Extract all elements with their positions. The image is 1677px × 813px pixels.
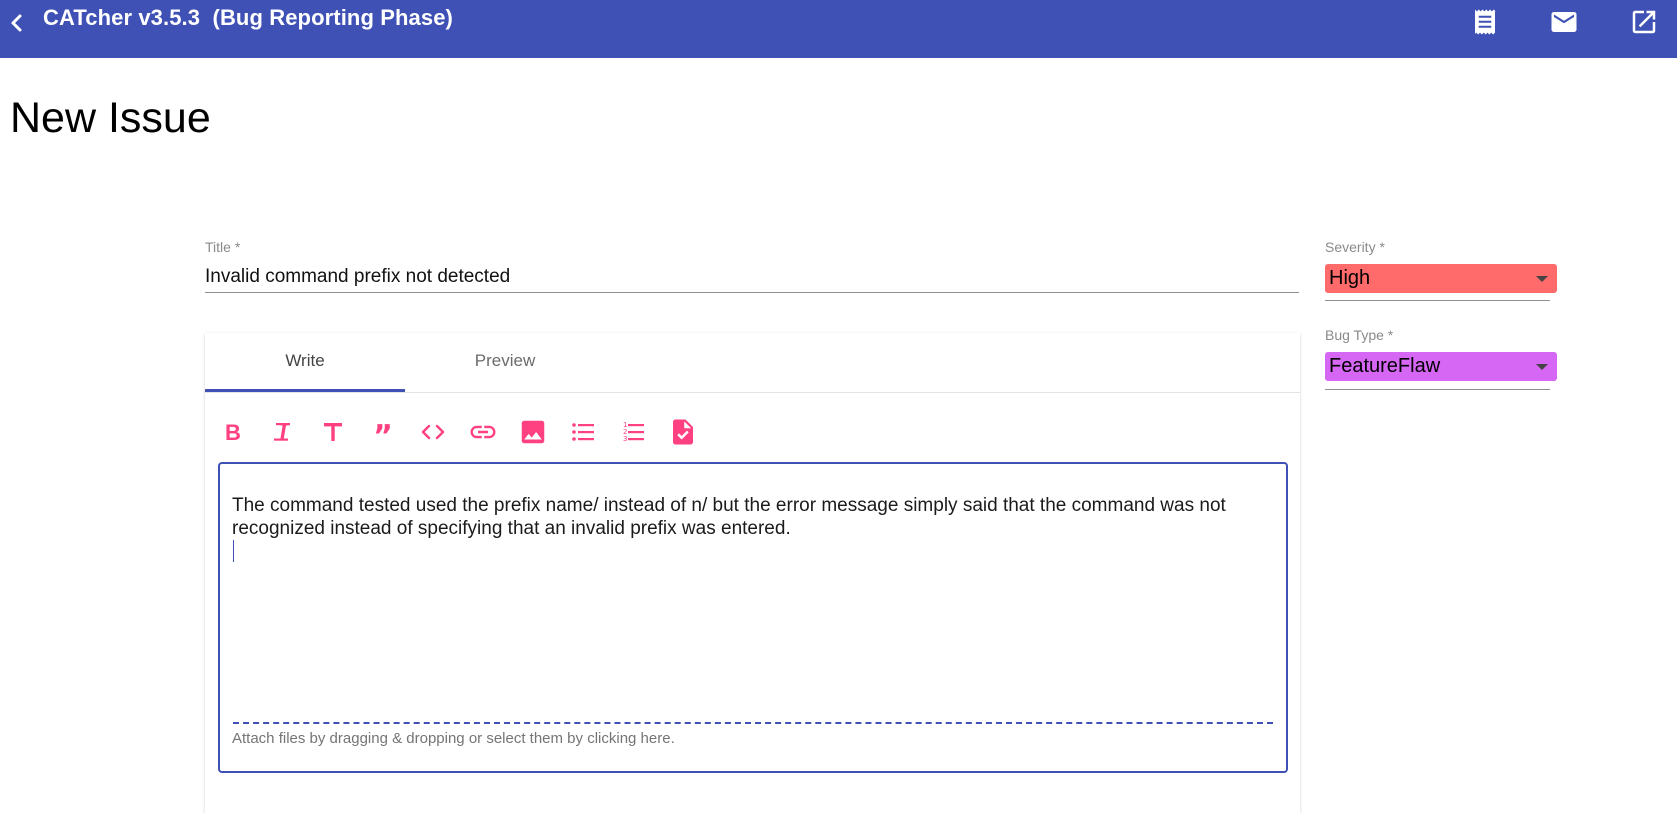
code-icon[interactable]: [418, 417, 448, 447]
severity-select[interactable]: High: [1325, 264, 1557, 293]
severity-value: High: [1329, 267, 1371, 289]
app-title: CATcher v3.5.3 (Bug Reporting Phase): [43, 5, 453, 30]
mail-icon[interactable]: [1549, 7, 1579, 37]
bug-type-label: Bug Type *: [1325, 327, 1394, 343]
bulleted-list-icon[interactable]: [568, 417, 598, 447]
svg-text:”: ”: [373, 419, 393, 447]
title-label: Title *: [205, 239, 241, 255]
back-arrow-icon[interactable]: [4, 6, 32, 38]
description-textarea[interactable]: The command tested used the prefix name/…: [218, 462, 1288, 773]
severity-underline: [1325, 300, 1550, 301]
image-icon[interactable]: [518, 417, 548, 447]
numbered-list-icon[interactable]: 123: [618, 417, 648, 447]
title-input[interactable]: [205, 262, 1299, 293]
tab-write[interactable]: Write: [205, 333, 405, 393]
task-list-icon[interactable]: [668, 417, 698, 447]
app-toolbar: CATcher v3.5.3 (Bug Reporting Phase): [0, 0, 1677, 58]
attachment-drop-zone-border: [233, 722, 1273, 724]
dropdown-arrow-icon: [1536, 364, 1548, 370]
heading-icon[interactable]: [318, 417, 348, 447]
bug-type-select[interactable]: FeatureFlaw: [1325, 352, 1557, 381]
quote-icon[interactable]: ”: [368, 417, 398, 447]
receipt-icon[interactable]: [1470, 7, 1500, 37]
open-in-new-icon[interactable]: [1629, 7, 1659, 37]
bug-type-value: FeatureFlaw: [1329, 355, 1441, 377]
page-title: New Issue: [10, 94, 211, 142]
text-caret: [233, 540, 234, 562]
link-icon[interactable]: [468, 417, 498, 447]
svg-text:3: 3: [623, 435, 627, 443]
bold-icon[interactable]: B: [218, 417, 248, 447]
bug-type-underline: [1325, 389, 1550, 390]
description-text: The command tested used the prefix name/…: [232, 495, 1232, 539]
description-editor-card: Write Preview B I ” 123 The command test…: [205, 333, 1300, 813]
dropdown-arrow-icon: [1536, 276, 1548, 282]
attach-files-link[interactable]: Attach files by dragging & dropping or s…: [232, 730, 675, 747]
tab-divider: [205, 392, 1300, 393]
italic-icon[interactable]: I: [268, 417, 298, 447]
tab-preview[interactable]: Preview: [405, 333, 605, 393]
severity-label: Severity *: [1325, 239, 1385, 255]
svg-text:B: B: [225, 420, 241, 445]
